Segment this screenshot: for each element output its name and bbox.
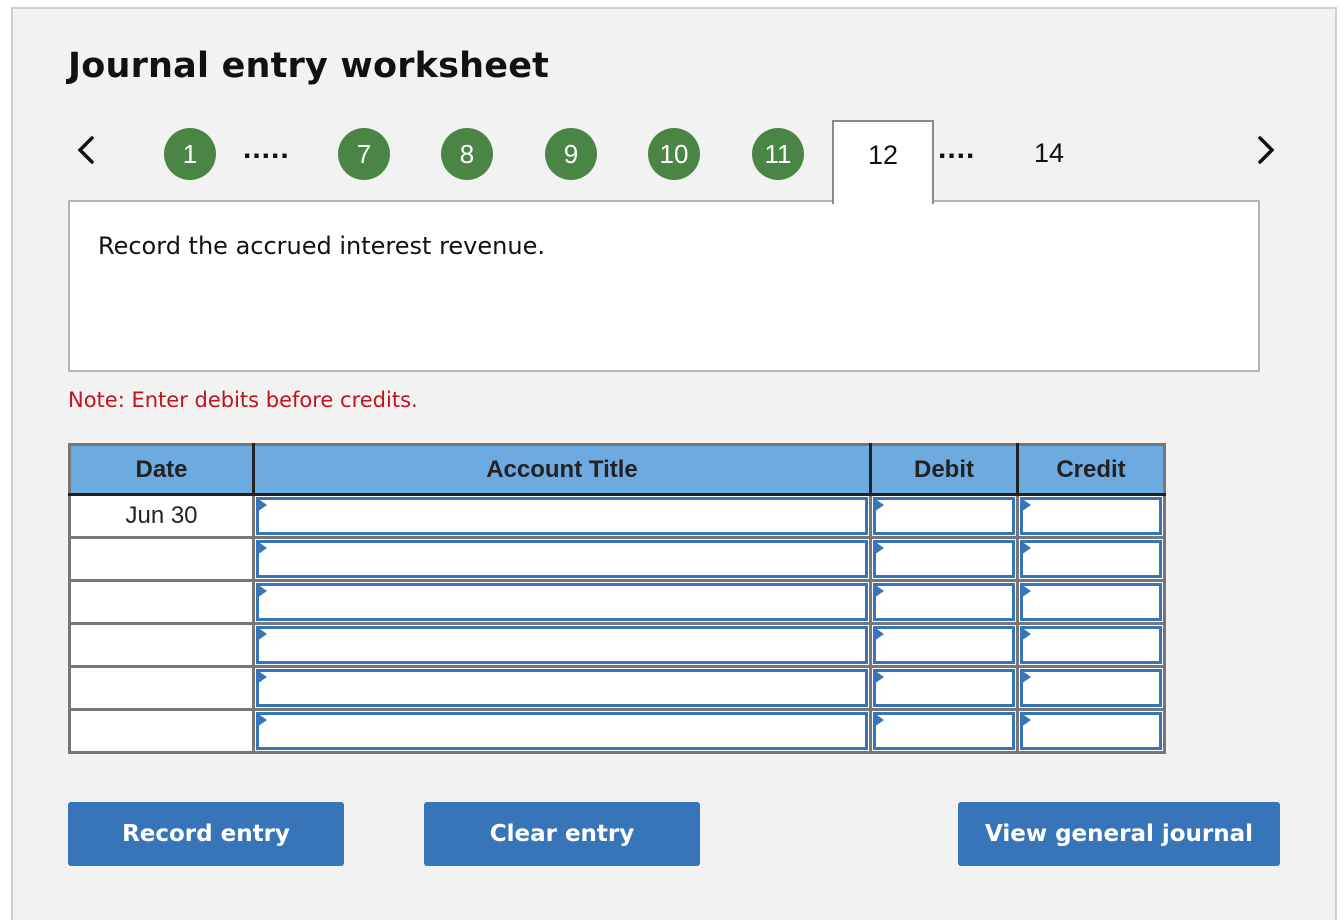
date-cell: Jun 30 [68, 493, 255, 539]
table-header-row: Date Account Title Debit Credit [68, 443, 1166, 496]
debit-input[interactable] [873, 669, 1015, 707]
step-8-button[interactable]: 8 [441, 128, 493, 180]
dropdown-marker-icon [257, 541, 267, 555]
chevron-right-icon [1258, 136, 1275, 164]
credit-input[interactable] [1020, 540, 1162, 578]
step-7-button[interactable]: 7 [338, 128, 390, 180]
debit-input[interactable] [873, 583, 1015, 621]
step-11-button[interactable]: 11 [752, 128, 804, 180]
account-title-input[interactable] [256, 583, 868, 621]
account-cell [252, 665, 872, 711]
credit-input[interactable] [1020, 712, 1162, 750]
account-title-input[interactable] [256, 626, 868, 664]
dropdown-marker-icon [874, 627, 884, 641]
table-row [68, 708, 1166, 754]
account-title-input[interactable] [256, 669, 868, 707]
debit-input[interactable] [873, 712, 1015, 750]
credit-cell [1016, 536, 1166, 582]
column-header-credit: Credit [1016, 443, 1166, 496]
step-ellipsis: .... [938, 132, 976, 165]
debit-cell [869, 665, 1019, 711]
debit-cell [869, 493, 1019, 539]
dropdown-marker-icon [1021, 627, 1031, 641]
credit-cell [1016, 579, 1166, 625]
question-box: Record the accrued interest revenue. [68, 200, 1260, 372]
dropdown-marker-icon [1021, 713, 1031, 727]
dropdown-marker-icon [257, 670, 267, 684]
date-cell [68, 665, 255, 711]
credit-input[interactable] [1020, 497, 1162, 535]
dropdown-marker-icon [874, 670, 884, 684]
page-title: Journal entry worksheet [68, 46, 550, 86]
step-ellipsis: ..... [243, 132, 290, 165]
dropdown-marker-icon [257, 584, 267, 598]
step-14-button[interactable]: 14 [1034, 138, 1064, 169]
account-title-input[interactable] [256, 497, 868, 535]
dropdown-marker-icon [1021, 670, 1031, 684]
debit-input[interactable] [873, 540, 1015, 578]
step-12-tab-active[interactable]: 12 [832, 120, 934, 204]
account-cell [252, 579, 872, 625]
column-header-debit: Debit [869, 443, 1019, 496]
dropdown-marker-icon [1021, 498, 1031, 512]
table-row [68, 579, 1166, 625]
chevron-left-icon [77, 136, 94, 164]
step-12-label: 12 [867, 140, 899, 170]
step-9-button[interactable]: 9 [545, 128, 597, 180]
dropdown-marker-icon [874, 713, 884, 727]
date-cell [68, 579, 255, 625]
credit-input[interactable] [1020, 669, 1162, 707]
debit-cell [869, 579, 1019, 625]
previous-button[interactable] [72, 130, 102, 170]
credit-cell [1016, 708, 1166, 754]
account-cell [252, 493, 872, 539]
account-cell [252, 622, 872, 668]
debit-cell [869, 622, 1019, 668]
dropdown-marker-icon [1021, 541, 1031, 555]
account-cell [252, 536, 872, 582]
table-row [68, 665, 1166, 711]
record-entry-button[interactable]: Record entry [68, 802, 344, 866]
debit-input[interactable] [873, 626, 1015, 664]
credit-cell [1016, 665, 1166, 711]
table-row: Jun 30 [68, 493, 1166, 539]
account-title-input[interactable] [256, 712, 868, 750]
next-button[interactable] [1250, 130, 1280, 170]
date-cell [68, 536, 255, 582]
account-cell [252, 708, 872, 754]
table-row [68, 536, 1166, 582]
debit-cell [869, 708, 1019, 754]
debit-input[interactable] [873, 497, 1015, 535]
dropdown-marker-icon [257, 498, 267, 512]
credit-cell [1016, 493, 1166, 539]
credit-input[interactable] [1020, 626, 1162, 664]
date-cell [68, 622, 255, 668]
dropdown-marker-icon [1021, 584, 1031, 598]
dropdown-marker-icon [874, 584, 884, 598]
step-1-button[interactable]: 1 [164, 128, 216, 180]
dropdown-marker-icon [257, 627, 267, 641]
question-text: Record the accrued interest revenue. [98, 232, 545, 260]
dropdown-marker-icon [257, 713, 267, 727]
note-text: Note: Enter debits before credits. [68, 388, 418, 412]
debit-cell [869, 536, 1019, 582]
journal-table: Date Account Title Debit Credit Jun 30 [68, 443, 1166, 754]
dropdown-marker-icon [874, 498, 884, 512]
credit-cell [1016, 622, 1166, 668]
view-general-journal-button[interactable]: View general journal [958, 802, 1280, 866]
date-cell [68, 708, 255, 754]
table-row [68, 622, 1166, 668]
column-header-account-title: Account Title [252, 443, 872, 496]
account-title-input[interactable] [256, 540, 868, 578]
step-10-button[interactable]: 10 [648, 128, 700, 180]
credit-input[interactable] [1020, 583, 1162, 621]
clear-entry-button[interactable]: Clear entry [424, 802, 700, 866]
column-header-date: Date [68, 443, 255, 496]
dropdown-marker-icon [874, 541, 884, 555]
